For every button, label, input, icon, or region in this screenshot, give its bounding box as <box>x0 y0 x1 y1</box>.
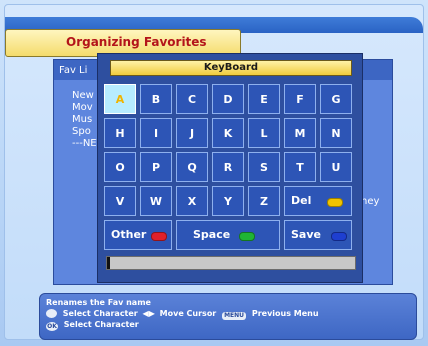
name-input[interactable] <box>106 256 356 270</box>
key-s[interactable]: S <box>248 152 280 182</box>
key-m[interactable]: M <box>284 118 316 148</box>
key-j[interactable]: J <box>176 118 208 148</box>
key-n[interactable]: N <box>320 118 352 148</box>
key-t[interactable]: T <box>284 152 316 182</box>
space-label: Space <box>193 228 231 241</box>
help-line-2: Select Character ◀▶ Move Cursor MENU Pre… <box>46 309 319 320</box>
space-button[interactable]: Space <box>176 220 280 250</box>
key-i[interactable]: I <box>140 118 172 148</box>
green-key-icon <box>239 232 255 241</box>
key-a[interactable]: A <box>104 84 136 114</box>
key-o[interactable]: O <box>104 152 136 182</box>
move-cursor-hint: Move Cursor <box>159 309 217 318</box>
keyboard-title-bar: KeyBoard <box>110 60 352 76</box>
key-q[interactable]: Q <box>176 152 208 182</box>
yellow-key-icon <box>327 198 343 207</box>
keyboard-title: KeyBoard <box>203 62 259 73</box>
left-right-arrows-icon: ◀▶ <box>142 309 155 318</box>
screen-frame: Organizing Favorites Fav Li New Mov Mus … <box>4 4 424 340</box>
help-bar: Renames the Fav name Select Character ◀▶… <box>39 293 417 340</box>
text-cursor <box>107 257 110 269</box>
navigation-arrows-icon <box>46 309 57 318</box>
other-label: Other <box>111 228 147 241</box>
key-g[interactable]: G <box>320 84 352 114</box>
delete-button[interactable]: Del <box>284 186 352 216</box>
fav-list-right-fragment: ney <box>361 196 380 207</box>
previous-menu-hint: Previous Menu <box>251 309 319 318</box>
key-w[interactable]: W <box>140 186 172 216</box>
key-d[interactable]: D <box>212 84 244 114</box>
key-k[interactable]: K <box>212 118 244 148</box>
key-u[interactable]: U <box>320 152 352 182</box>
save-button[interactable]: Save <box>284 220 352 250</box>
key-e[interactable]: E <box>248 84 280 114</box>
key-v[interactable]: V <box>104 186 136 216</box>
key-p[interactable]: P <box>140 152 172 182</box>
blue-key-icon <box>331 232 347 241</box>
key-c[interactable]: C <box>176 84 208 114</box>
ok-button-icon: OK <box>46 322 58 331</box>
red-key-icon <box>151 232 167 241</box>
ok-select-hint: Select Character <box>63 320 139 329</box>
save-label: Save <box>291 228 321 241</box>
key-b[interactable]: B <box>140 84 172 114</box>
select-character-hint: Select Character <box>62 309 138 318</box>
key-f[interactable]: F <box>284 84 316 114</box>
fav-list-label: Fav Li <box>59 65 88 76</box>
delete-label: Del <box>291 194 312 207</box>
key-z[interactable]: Z <box>248 186 280 216</box>
key-l[interactable]: L <box>248 118 280 148</box>
keyboard-dialog: KeyBoard A B C D E F G H I J K L M N O P… <box>97 53 363 283</box>
help-line-3: OK Select Character <box>46 320 139 331</box>
key-x[interactable]: X <box>176 186 208 216</box>
other-button[interactable]: Other <box>104 220 172 250</box>
help-description: Renames the Fav name <box>46 298 151 307</box>
menu-button-icon: MENU <box>222 312 247 320</box>
key-r[interactable]: R <box>212 152 244 182</box>
key-h[interactable]: H <box>104 118 136 148</box>
key-y[interactable]: Y <box>212 186 244 216</box>
window-title: Organizing Favorites <box>66 35 207 49</box>
